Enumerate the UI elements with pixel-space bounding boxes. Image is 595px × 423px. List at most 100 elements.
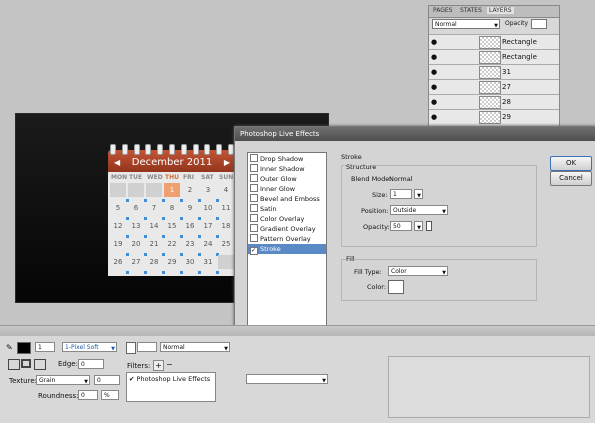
fill-type-label: Fill Type: [354, 268, 382, 276]
effect-label: Stroke [260, 245, 281, 253]
fill-type-value: Color [391, 268, 407, 275]
position-value: Outside [393, 207, 417, 214]
eye-icon[interactable]: ● [431, 98, 437, 106]
layers-panel: PAGES STATES LAYERS Normal ▼ Opacity ● Rec… [428, 5, 560, 133]
checkbox-icon[interactable] [250, 234, 258, 242]
layer-row[interactable]: ● Rectangle [429, 34, 559, 49]
layer-row[interactable]: ● 27 [429, 79, 559, 94]
filter-item[interactable]: ✔ Photoshop Live Effects [127, 373, 215, 385]
layer-row[interactable]: ● 28 [429, 94, 559, 109]
checkbox-icon[interactable] [250, 214, 258, 222]
texture-label: Texture: [9, 377, 37, 385]
roundness-unit: % [104, 392, 110, 399]
blend-mode-select[interactable]: Normal ▼ [432, 19, 500, 29]
selection-handle [216, 271, 219, 274]
chevron-down-icon: ▼ [417, 225, 421, 231]
add-filter-icon[interactable]: + [153, 360, 164, 371]
effect-item[interactable]: Outer Glow [248, 174, 326, 184]
text-style-select[interactable]: ▼ [246, 374, 328, 384]
checkbox-icon[interactable] [250, 164, 258, 172]
checkbox-icon[interactable] [250, 174, 258, 182]
layer-row[interactable]: ● 29 [429, 109, 559, 124]
brush-value: 1-Pixel Soft [65, 344, 99, 351]
effect-label: Drop Shadow [260, 155, 304, 163]
effect-item[interactable]: Color Overlay [248, 214, 326, 224]
structure-label: Structure [346, 163, 377, 171]
checkbox-icon[interactable] [250, 184, 258, 192]
tab-layers[interactable]: LAYERS [487, 7, 514, 14]
checkbox-icon[interactable]: ✓ [250, 247, 258, 255]
chevron-down-icon: ▼ [417, 193, 421, 199]
stroke-inside-icon[interactable] [8, 359, 20, 370]
layer-name: 29 [502, 113, 511, 121]
effect-item[interactable]: Drop Shadow [248, 154, 326, 164]
stroke-width-field[interactable]: 1 [35, 342, 55, 352]
opacity-dropdown[interactable]: ▼ [414, 221, 423, 231]
calendar-artwork[interactable]: ◀ December 2011 ▶ MON TUE WED THU FRI SAT SUN 1… [108, 144, 237, 276]
layer-name: Rectangle [502, 53, 537, 61]
ok-button[interactable]: OK [550, 156, 592, 171]
align-panel [388, 356, 590, 418]
tab-pages[interactable]: PAGES [433, 7, 452, 14]
effects-list: Drop Shadow Inner Shadow Outer Glow Inner G… [247, 152, 327, 354]
calendar-day: 11 [221, 204, 231, 212]
blend-mode-value: Normal [389, 175, 413, 183]
opacity-field[interactable]: 50 [390, 221, 412, 231]
calendar-day: 17 [203, 222, 213, 230]
roundness-unit-select[interactable]: % [101, 390, 119, 400]
tab-states[interactable]: STATES [460, 7, 482, 14]
eye-icon[interactable]: ● [431, 38, 437, 46]
cancel-button[interactable]: Cancel [550, 171, 592, 186]
brush-select[interactable]: 1-Pixel Soft ▼ [62, 342, 117, 352]
texture-select[interactable]: Grain ▼ [36, 375, 90, 385]
stroke-outside-icon[interactable] [34, 359, 46, 370]
calendar-day: 7 [151, 204, 157, 212]
edge-field[interactable]: 0 [78, 359, 104, 369]
calendar-title: December 2011 [131, 157, 213, 168]
eye-icon[interactable]: ● [431, 83, 437, 91]
calendar-day: 27 [131, 258, 141, 266]
eye-icon[interactable]: ● [431, 53, 437, 61]
texture-amount-field[interactable]: 0 [94, 375, 120, 385]
effect-item[interactable]: ✓ Stroke [248, 244, 326, 255]
position-select[interactable]: Outside ▼ [390, 205, 448, 215]
fill-swatch[interactable] [126, 342, 136, 354]
blend-select[interactable]: Normal ▼ [160, 342, 230, 352]
color-swatch[interactable] [388, 280, 404, 294]
ring [145, 144, 152, 155]
color-label: Color: [367, 283, 387, 291]
fill-amount-field[interactable] [137, 342, 157, 352]
eye-icon[interactable]: ● [431, 68, 437, 76]
weekday-label: SAT [201, 174, 214, 181]
stroke-color-swatch[interactable] [17, 342, 31, 354]
size-dropdown[interactable]: ▼ [414, 189, 423, 199]
layer-thumbnail [479, 66, 501, 79]
selection-handle [198, 271, 201, 274]
layer-row[interactable]: ● 31 [429, 64, 559, 79]
stroke-center-icon[interactable] [21, 359, 31, 368]
chevron-down-icon: ▼ [494, 23, 498, 29]
ring [216, 144, 223, 155]
roundness-field[interactable]: 0 [78, 390, 98, 400]
opacity-field[interactable] [531, 19, 547, 29]
ring [110, 144, 116, 155]
weekday-label: TUE [129, 174, 143, 181]
size-field[interactable]: 1 [390, 189, 412, 199]
layer-row[interactable]: ● Rectangle [429, 49, 559, 64]
weekday-label: MON [111, 174, 128, 181]
checkbox-icon[interactable] [250, 154, 258, 162]
effect-item[interactable]: Satin [248, 204, 326, 214]
opacity-slider-icon[interactable] [426, 221, 432, 231]
checkbox-icon[interactable] [250, 194, 258, 202]
checkbox-icon[interactable] [250, 224, 258, 232]
effect-item[interactable]: Gradient Overlay [248, 224, 326, 234]
eye-icon[interactable]: ● [431, 113, 437, 121]
fill-type-select[interactable]: Color ▼ [388, 266, 448, 276]
remove-filter-icon[interactable]: − [166, 360, 173, 369]
effect-item[interactable]: Pattern Overlay [248, 234, 326, 244]
effect-item[interactable]: Inner Shadow [248, 164, 326, 174]
effect-item[interactable]: Inner Glow [248, 184, 326, 194]
checkbox-icon[interactable] [250, 204, 258, 212]
calendar-day [146, 183, 162, 197]
effect-item[interactable]: Bevel and Emboss [248, 194, 326, 204]
